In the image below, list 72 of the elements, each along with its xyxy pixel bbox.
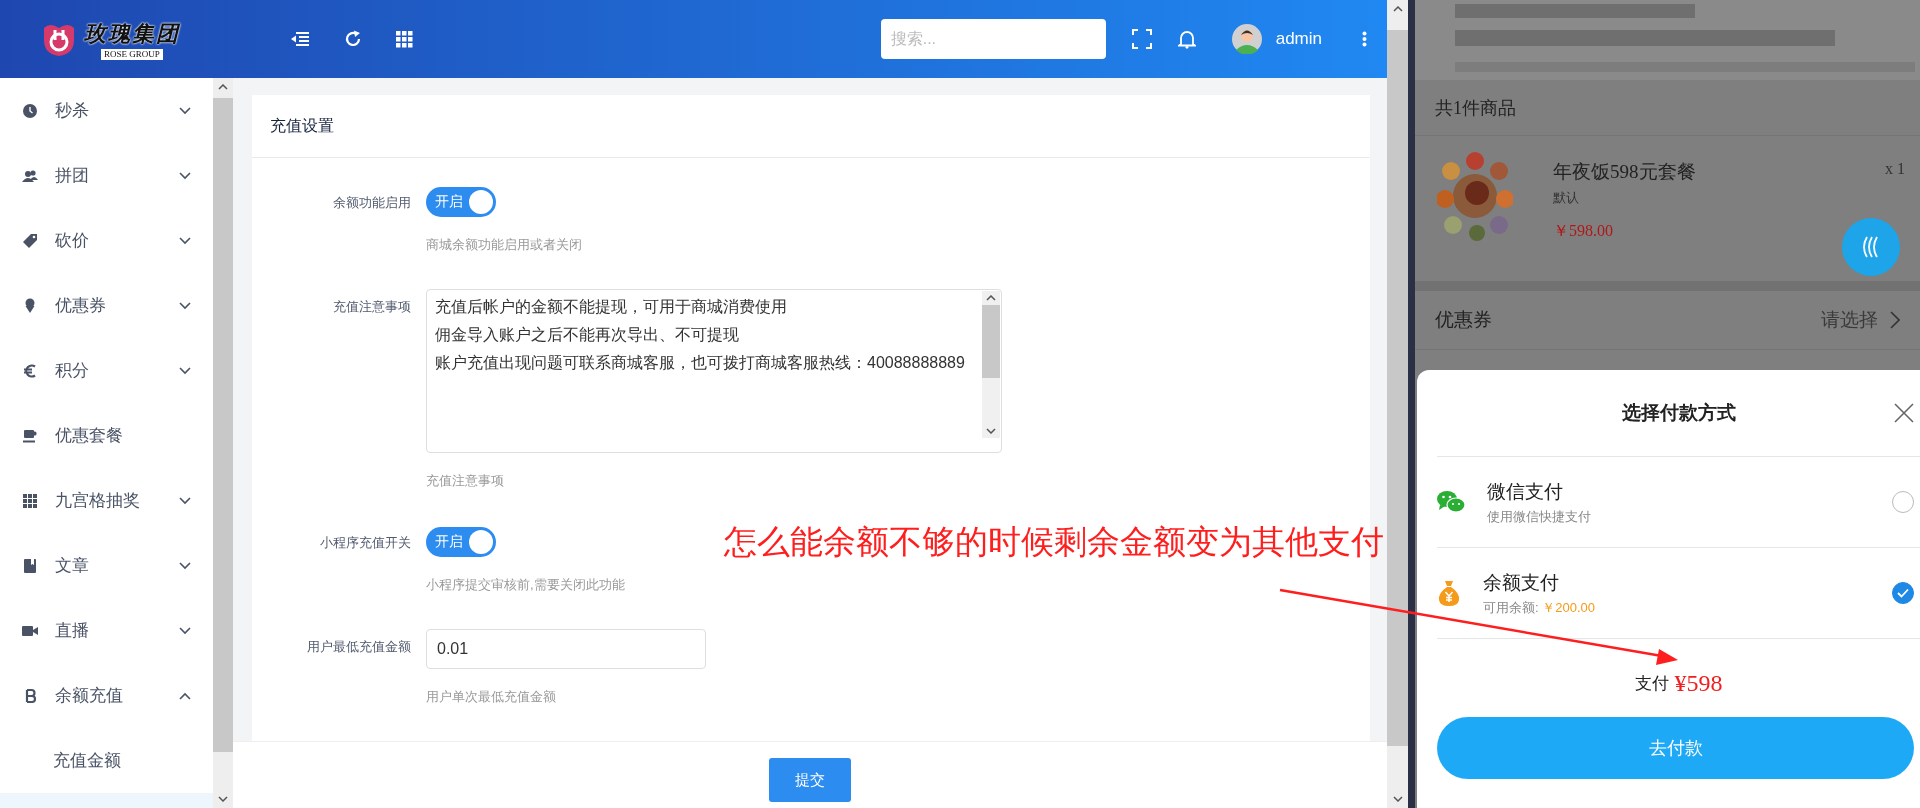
scroll-down-icon[interactable]: [218, 796, 228, 802]
clock-icon: [22, 102, 38, 119]
cup-icon: [22, 427, 38, 444]
users-icon: [22, 167, 38, 184]
grid-icon: [22, 492, 38, 509]
scroll-up-icon[interactable]: [218, 84, 228, 90]
field-label: 小程序充值开关: [319, 534, 411, 552]
sidebar-item[interactable]: 砍价: [0, 208, 213, 273]
chat-bubbles-icon: [1437, 490, 1465, 514]
scroll-down-icon[interactable]: [1392, 796, 1403, 802]
money-bag-icon: [1437, 579, 1461, 607]
sidebar-item[interactable]: 九宫格抽奖: [0, 468, 213, 533]
refresh-icon[interactable]: [343, 29, 363, 49]
total-label: 支付: [1634, 672, 1669, 695]
help-text: 充值注意事项: [426, 473, 504, 488]
close-icon[interactable]: [1894, 403, 1914, 423]
radio-button[interactable]: [1892, 582, 1914, 604]
field-label: 充值注意事项: [332, 298, 411, 316]
annotation-text: 怎么能余额不够的时候剩余金额变为其他支付: [724, 522, 1384, 562]
fullscreen-icon[interactable]: [1131, 29, 1152, 49]
sidebar-item[interactable]: 积分: [0, 338, 213, 403]
field-label: 用户最低充值金额: [306, 638, 411, 656]
payment-option[interactable]: 微信支付 使用微信快捷支付: [1437, 457, 1920, 548]
product-name: 年夜饭598元套餐: [1553, 160, 1696, 184]
total-amount: ¥598: [1674, 669, 1723, 697]
user-name[interactable]: admin: [1275, 29, 1322, 49]
sidebar-item[interactable]: 余额充值: [0, 663, 213, 728]
sidebar-item[interactable]: 拼团: [0, 143, 213, 208]
item-count: 共1件商品: [1435, 96, 1516, 120]
scroll-up-icon[interactable]: [986, 295, 996, 301]
page-scrollbar[interactable]: [1387, 0, 1408, 808]
apps-grid-icon[interactable]: [396, 30, 413, 48]
field-label: 余额功能启用: [332, 194, 411, 212]
menu-fold-icon[interactable]: [290, 31, 310, 47]
help-text: 商城余额功能启用或者关闭: [426, 237, 582, 252]
sidebar-item[interactable]: 优惠套餐: [0, 403, 213, 468]
help-text: 用户单次最低充值金额: [426, 689, 556, 704]
sheet-title: 选择付款方式: [1621, 401, 1736, 425]
sidebar-item[interactable]: 文章: [0, 533, 213, 598]
logo-subtext: ROSE GROUP: [101, 48, 163, 60]
sidebar-item[interactable]: 直播: [0, 598, 213, 663]
sidebar-item[interactable]: 秒杀: [0, 78, 213, 143]
help-text: 小程序提交审核前,需要关闭此功能: [426, 577, 625, 592]
card-title: 充值设置: [270, 115, 334, 136]
floating-button[interactable]: [1842, 218, 1900, 276]
chevron-right-icon: [1890, 311, 1900, 329]
textarea-line: 充值后帐户的金额不能提现，可用于商城消费使用: [435, 297, 787, 317]
tag-icon: [22, 232, 38, 249]
scrollbar[interactable]: [982, 291, 1000, 438]
bell-icon[interactable]: [1177, 29, 1196, 49]
more-icon[interactable]: [1362, 31, 1367, 47]
coupon-label: 优惠券: [1435, 308, 1493, 332]
avatar-icon[interactable]: [1231, 24, 1262, 54]
scrollbar[interactable]: [213, 78, 233, 808]
textarea-field[interactable]: 充值后帐户的金额不能提现，可用于商城消费使用 佣金导入账户之后不能再次导出、不可提现 账户充值出现问题可联系商城客服，也可拨打商城客服热线：40088888889: [426, 289, 1002, 453]
payment-option[interactable]: 余额支付 可用余额: ￥200.00: [1437, 548, 1920, 639]
search-field[interactable]: 搜索...: [880, 19, 1106, 59]
scroll-down-icon[interactable]: [986, 428, 996, 434]
product-spec: 默认: [1553, 189, 1580, 207]
book-icon: [22, 557, 38, 574]
product-quantity: x 1: [1885, 160, 1905, 178]
sidebar-item[interactable]: 优惠券: [0, 273, 213, 338]
euro-icon: [22, 362, 38, 379]
sidebar-subitem[interactable]: 充值金额: [0, 728, 213, 793]
logo-text: 玫瑰集团: [84, 19, 180, 48]
product-price: ￥598.00: [1553, 221, 1614, 241]
input-field[interactable]: 0.01: [426, 629, 706, 669]
scroll-up-icon[interactable]: [1392, 6, 1403, 12]
textarea-line: 佣金导入账户之后不能再次导出、不可提现: [435, 325, 739, 345]
scroll-thumb[interactable]: [982, 305, 1000, 378]
check-icon: [1897, 588, 1909, 598]
textarea-line: 账户充值出现问题可联系商城客服，也可拨打商城客服热线：40088888889: [435, 353, 965, 373]
